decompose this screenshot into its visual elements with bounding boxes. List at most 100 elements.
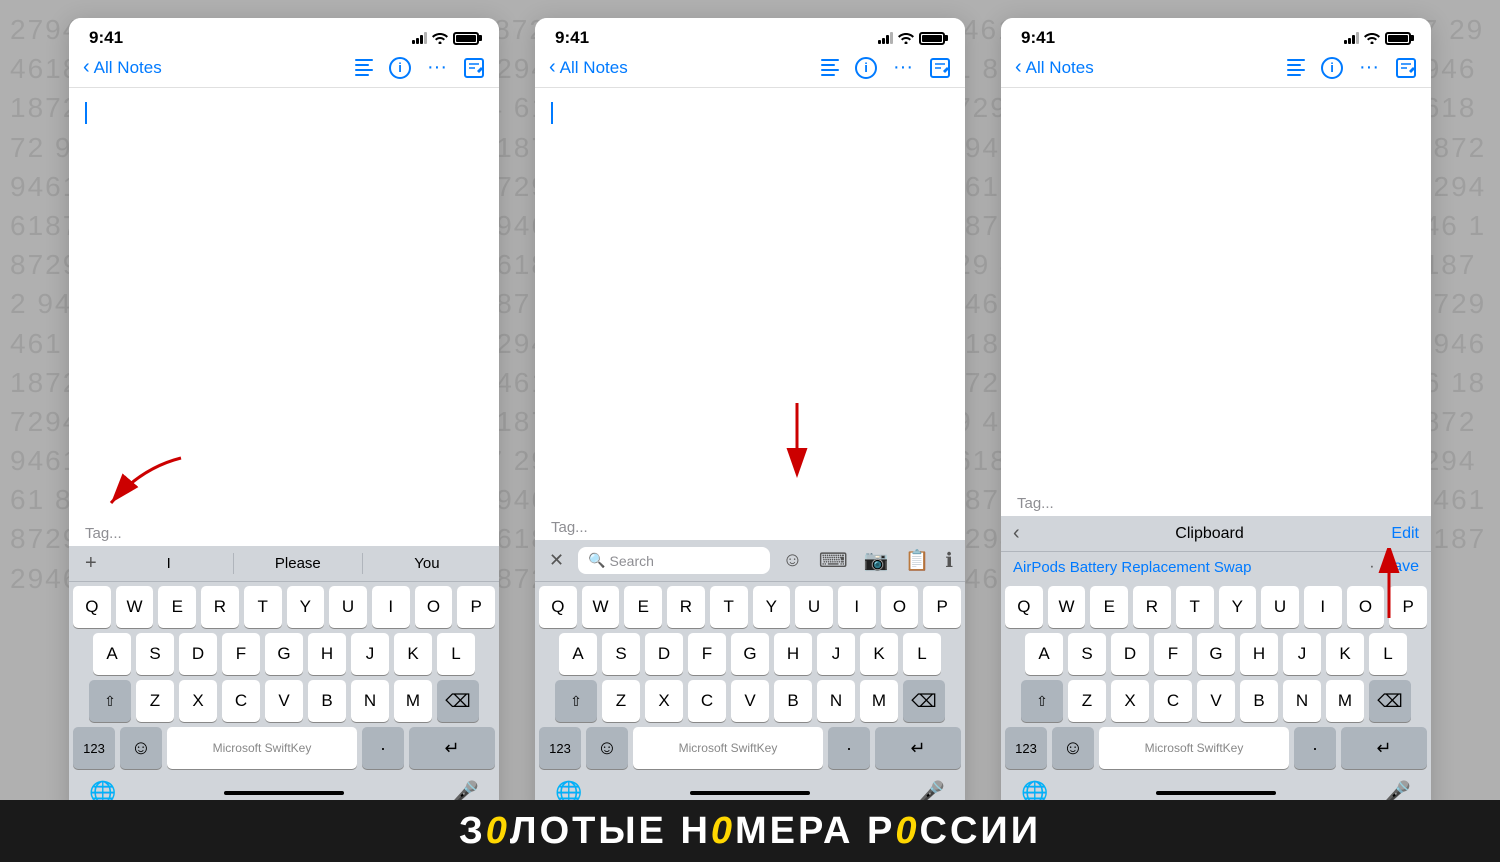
key-X-1[interactable]: X — [179, 680, 217, 722]
info-icon-1[interactable]: i — [389, 57, 411, 79]
more-icon-2[interactable]: ··· — [893, 56, 913, 79]
camera-btn-2[interactable]: 📷 — [860, 546, 893, 575]
clipboard-save-3[interactable]: Save — [1383, 558, 1419, 576]
key-return-2[interactable]: ↵ — [875, 727, 961, 769]
key-F-2[interactable]: F — [688, 633, 726, 675]
key-A-3[interactable]: A — [1025, 633, 1063, 675]
back-text-2[interactable]: All Notes — [560, 58, 628, 78]
key-return-1[interactable]: ↵ — [409, 727, 495, 769]
key-W-1[interactable]: W — [116, 586, 154, 628]
key-space-1[interactable]: Microsoft SwiftKey — [167, 727, 357, 769]
key-Z-3[interactable]: Z — [1068, 680, 1106, 722]
more-icon-1[interactable]: ··· — [427, 56, 447, 79]
clipboard-btn-2[interactable]: 📋 — [900, 546, 933, 575]
toolbar-close-2[interactable]: ✕ — [543, 548, 570, 573]
key-Z-2[interactable]: Z — [602, 680, 640, 722]
key-I-2[interactable]: I — [838, 586, 876, 628]
key-I-1[interactable]: I — [372, 586, 410, 628]
compose-icon-3[interactable] — [1395, 57, 1417, 79]
key-C-2[interactable]: C — [688, 680, 726, 722]
key-C-3[interactable]: C — [1154, 680, 1192, 722]
list-icon-1[interactable] — [355, 59, 373, 76]
key-N-2[interactable]: N — [817, 680, 855, 722]
key-K-1[interactable]: K — [394, 633, 432, 675]
clipboard-edit-3[interactable]: Edit — [1391, 525, 1419, 543]
key-123-3[interactable]: 123 — [1005, 727, 1047, 769]
key-L-3[interactable]: L — [1369, 633, 1407, 675]
key-M-1[interactable]: M — [394, 680, 432, 722]
key-D-3[interactable]: D — [1111, 633, 1149, 675]
key-W-2[interactable]: W — [582, 586, 620, 628]
key-X-2[interactable]: X — [645, 680, 683, 722]
note-content-1[interactable] — [69, 88, 499, 521]
key-E-3[interactable]: E — [1090, 586, 1128, 628]
key-V-2[interactable]: V — [731, 680, 769, 722]
key-H-1[interactable]: H — [308, 633, 346, 675]
info-btn-2[interactable]: ℹ — [941, 546, 957, 575]
key-return-3[interactable]: ↵ — [1341, 727, 1427, 769]
more-icon-3[interactable]: ··· — [1359, 56, 1379, 79]
key-space-3[interactable]: Microsoft SwiftKey — [1099, 727, 1289, 769]
key-T-1[interactable]: T — [244, 586, 282, 628]
key-G-2[interactable]: G — [731, 633, 769, 675]
back-text-3[interactable]: All Notes — [1026, 58, 1094, 78]
pred-plus-1[interactable]: + — [77, 552, 105, 575]
key-R-1[interactable]: R — [201, 586, 239, 628]
pred-you-1[interactable]: You — [363, 553, 491, 574]
key-X-3[interactable]: X — [1111, 680, 1149, 722]
key-K-3[interactable]: K — [1326, 633, 1364, 675]
key-emoji-2[interactable]: ☺ — [586, 727, 628, 769]
key-E-2[interactable]: E — [624, 586, 662, 628]
list-icon-2[interactable] — [821, 59, 839, 76]
search-pill-2[interactable]: 🔍 Search — [578, 547, 770, 574]
info-icon-2[interactable]: i — [855, 57, 877, 79]
back-text-1[interactable]: All Notes — [94, 58, 162, 78]
key-delete-3[interactable]: ⌫ — [1369, 680, 1411, 722]
key-Q-3[interactable]: Q — [1005, 586, 1043, 628]
key-L-1[interactable]: L — [437, 633, 475, 675]
key-B-2[interactable]: B — [774, 680, 812, 722]
key-N-1[interactable]: N — [351, 680, 389, 722]
key-delete-2[interactable]: ⌫ — [903, 680, 945, 722]
key-D-2[interactable]: D — [645, 633, 683, 675]
key-S-2[interactable]: S — [602, 633, 640, 675]
key-T-3[interactable]: T — [1176, 586, 1214, 628]
key-H-2[interactable]: H — [774, 633, 812, 675]
key-F-1[interactable]: F — [222, 633, 260, 675]
note-content-2[interactable] — [535, 88, 965, 515]
key-E-1[interactable]: E — [158, 586, 196, 628]
key-shift-3[interactable]: ⇧ — [1021, 680, 1063, 722]
key-A-2[interactable]: A — [559, 633, 597, 675]
clipboard-back-3[interactable]: ‹ — [1013, 522, 1020, 545]
nav-back-1[interactable]: ‹ All Notes — [83, 56, 355, 79]
key-K-2[interactable]: K — [860, 633, 898, 675]
key-O-2[interactable]: O — [881, 586, 919, 628]
key-Q-1[interactable]: Q — [73, 586, 111, 628]
key-Q-2[interactable]: Q — [539, 586, 577, 628]
nav-back-3[interactable]: ‹ All Notes — [1015, 56, 1287, 79]
key-T-2[interactable]: T — [710, 586, 748, 628]
emoji-btn-2[interactable]: ☺ — [778, 547, 806, 574]
key-V-1[interactable]: V — [265, 680, 303, 722]
key-R-2[interactable]: R — [667, 586, 705, 628]
key-U-3[interactable]: U — [1261, 586, 1299, 628]
key-S-3[interactable]: S — [1068, 633, 1106, 675]
compose-icon-1[interactable] — [463, 57, 485, 79]
compose-icon-2[interactable] — [929, 57, 951, 79]
key-J-2[interactable]: J — [817, 633, 855, 675]
key-123-1[interactable]: 123 — [73, 727, 115, 769]
key-I-3[interactable]: I — [1304, 586, 1342, 628]
key-Y-2[interactable]: Y — [753, 586, 791, 628]
key-L-2[interactable]: L — [903, 633, 941, 675]
key-B-3[interactable]: B — [1240, 680, 1278, 722]
key-O-3[interactable]: O — [1347, 586, 1385, 628]
key-D-1[interactable]: D — [179, 633, 217, 675]
key-period-3[interactable]: · — [1294, 727, 1336, 769]
key-shift-1[interactable]: ⇧ — [89, 680, 131, 722]
key-M-3[interactable]: M — [1326, 680, 1364, 722]
key-H-3[interactable]: H — [1240, 633, 1278, 675]
key-G-3[interactable]: G — [1197, 633, 1235, 675]
key-emoji-1[interactable]: ☺ — [120, 727, 162, 769]
key-P-2[interactable]: P — [923, 586, 961, 628]
key-Z-1[interactable]: Z — [136, 680, 174, 722]
